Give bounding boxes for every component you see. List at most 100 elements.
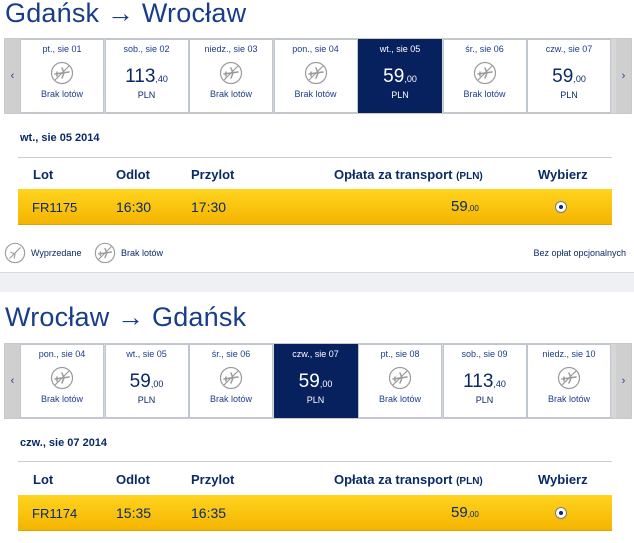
outbound-route-title: Gdańsk → Wrocław xyxy=(5,0,247,28)
day-label: czw., sie 07 xyxy=(545,44,593,54)
outbound-header-flight: Lot xyxy=(33,167,54,182)
outbound-flight-price: 59,00 xyxy=(451,198,479,215)
day-no-flights-text: Brak lotów xyxy=(463,89,506,99)
return-flight-select-radio[interactable] xyxy=(555,507,567,519)
plane-off-icon xyxy=(388,366,412,390)
outbound-flight-select-radio[interactable] xyxy=(555,201,567,213)
return-selected-date: czw., sie 07 2014 xyxy=(20,437,108,449)
day-price-cents: ,00 xyxy=(573,74,586,84)
day-currency: PLN xyxy=(137,395,156,405)
day-no-flights-text: Brak lotów xyxy=(294,89,337,99)
return-header-flight: Lot xyxy=(33,472,54,487)
day-label: niedz., sie 03 xyxy=(204,44,258,54)
outbound-day-card[interactable]: czw., sie 07 59,00 PLN xyxy=(527,39,611,113)
outbound-flight-row[interactable]: FR1175 16:30 17:30 59,00 xyxy=(18,189,612,225)
return-header-select: Wybierz xyxy=(538,472,588,487)
day-currency: PLN xyxy=(391,90,409,100)
outbound-header-fare-unit: (PLN) xyxy=(456,171,483,182)
day-label: wt., sie 05 xyxy=(126,349,167,359)
return-section: Wrocław → Gdańsk ‹ pon., sie 04 Brak lotó… xyxy=(0,292,634,543)
return-flight-price: 59,00 xyxy=(451,504,479,521)
day-label: pt., sie 01 xyxy=(42,44,82,54)
return-divider xyxy=(18,461,612,462)
outbound-section: Gdańsk → Wrocław ‹ pt., sie 01 Brak lotów… xyxy=(0,0,634,272)
day-price: 59,00 xyxy=(106,371,188,393)
return-header-fare: Opłata za transport (PLN) xyxy=(334,472,483,487)
day-label: śr., sie 06 xyxy=(211,349,251,359)
day-label: sob., sie 02 xyxy=(123,44,170,54)
day-price-cents: ,00 xyxy=(150,379,164,389)
outbound-prev-dates-button[interactable]: ‹ xyxy=(5,39,20,113)
day-price-main: 59 xyxy=(129,371,151,392)
outbound-header-arrival: Przylot xyxy=(191,167,235,182)
plane-off-icon xyxy=(219,366,243,390)
return-day-card[interactable]: sob., sie 09 113,40 PLN xyxy=(442,344,527,418)
plane-off-icon xyxy=(304,61,327,85)
outbound-flight-price-cents: ,00 xyxy=(467,204,479,213)
outbound-flight-number: FR1175 xyxy=(32,200,78,215)
day-price: 59,00 xyxy=(528,66,610,88)
plane-off-icon xyxy=(50,61,74,85)
day-price-main: 113 xyxy=(125,66,156,87)
return-flight-arrival: 16:35 xyxy=(191,505,227,521)
outbound-day-card[interactable]: wt., sie 05 59,00 PLN xyxy=(358,39,442,113)
sold-out-icon xyxy=(4,242,26,264)
return-day-card[interactable]: pt., sie 08 Brak lotów xyxy=(358,344,442,418)
return-day-card[interactable]: wt., sie 05 59,00 PLN xyxy=(104,344,189,418)
day-label: pon., sie 04 xyxy=(292,44,339,54)
day-currency: PLN xyxy=(306,395,325,405)
day-price: 113,40 xyxy=(106,66,188,88)
outbound-next-dates-button[interactable]: › xyxy=(616,39,631,113)
day-label: czw., sie 07 xyxy=(292,349,339,359)
outbound-date-strip: ‹ pt., sie 01 Brak lotów sob., sie 02 113,4… xyxy=(4,38,632,114)
outbound-day-card[interactable]: pt., sie 01 Brak lotów xyxy=(20,39,104,113)
legend-sold-out-label: Wyprzedane xyxy=(31,248,82,258)
return-header-fare-label: Opłata za transport xyxy=(334,472,453,487)
legend: Wyprzedane Brak lotów Bez opłat opcjonal… xyxy=(4,241,634,265)
outbound-selected-date: wt., sie 05 2014 xyxy=(20,132,100,144)
return-day-card[interactable]: czw., sie 07 59,00 PLN xyxy=(273,344,358,418)
day-no-flights-text: Brak lotów xyxy=(209,394,253,404)
day-price-cents: ,00 xyxy=(404,74,417,84)
day-label: pon., sie 04 xyxy=(38,349,86,359)
outbound-flight-departure: 16:30 xyxy=(116,199,152,215)
plane-off-icon xyxy=(94,242,116,264)
day-no-flights-text: Brak lotów xyxy=(40,394,84,404)
day-price: 59,00 xyxy=(275,371,357,393)
return-next-dates-button[interactable]: › xyxy=(616,344,631,418)
day-price-main: 59 xyxy=(552,66,574,87)
day-price-cents: ,40 xyxy=(493,379,506,389)
day-currency: PLN xyxy=(475,395,494,405)
day-label: wt., sie 05 xyxy=(379,44,421,54)
return-prev-dates-button[interactable]: ‹ xyxy=(5,344,20,418)
day-no-flights-text: Brak lotów xyxy=(209,89,253,99)
outbound-day-card[interactable]: pon., sie 04 Brak lotów xyxy=(273,39,358,113)
return-day-card[interactable]: pon., sie 04 Brak lotów xyxy=(20,344,104,418)
return-flight-departure: 15:35 xyxy=(116,505,152,521)
day-currency: PLN xyxy=(560,90,578,100)
outbound-day-card[interactable]: sob., sie 02 113,40 PLN xyxy=(104,39,189,113)
return-header-arrival: Przylot xyxy=(191,472,235,487)
outbound-day-card[interactable]: niedz., sie 03 Brak lotów xyxy=(189,39,273,113)
day-currency: PLN xyxy=(137,90,156,100)
optional-fees-note: Bez opłat opcjonalnych xyxy=(533,248,626,258)
return-day-card[interactable]: śr., sie 06 Brak lotów xyxy=(189,344,273,418)
legend-no-flights-label: Brak lotów xyxy=(121,248,164,258)
day-price-cents: ,00 xyxy=(319,379,333,389)
return-day-card[interactable]: niedz., sie 10 Brak lotów xyxy=(527,344,611,418)
outbound-header-departure: Odlot xyxy=(116,167,150,182)
outbound-header-fare-label: Opłata za transport xyxy=(334,167,453,182)
day-price-main: 59 xyxy=(383,66,405,87)
outbound-day-card[interactable]: śr., sie 06 Brak lotów xyxy=(442,39,527,113)
plane-off-icon xyxy=(50,366,74,390)
return-flight-row[interactable]: FR1174 15:35 16:35 59,00 xyxy=(18,495,612,531)
outbound-divider xyxy=(18,157,612,158)
plane-off-icon xyxy=(219,61,243,85)
outbound-header-select: Wybierz xyxy=(538,167,588,182)
return-header-departure: Odlot xyxy=(116,472,150,487)
outbound-flight-arrival: 17:30 xyxy=(191,199,227,215)
outbound-header-fare: Opłata za transport (PLN) xyxy=(334,167,483,182)
day-no-flights-text: Brak lotów xyxy=(378,394,422,404)
day-no-flights-text: Brak lotów xyxy=(547,394,591,404)
day-label: pt., sie 08 xyxy=(380,349,420,359)
